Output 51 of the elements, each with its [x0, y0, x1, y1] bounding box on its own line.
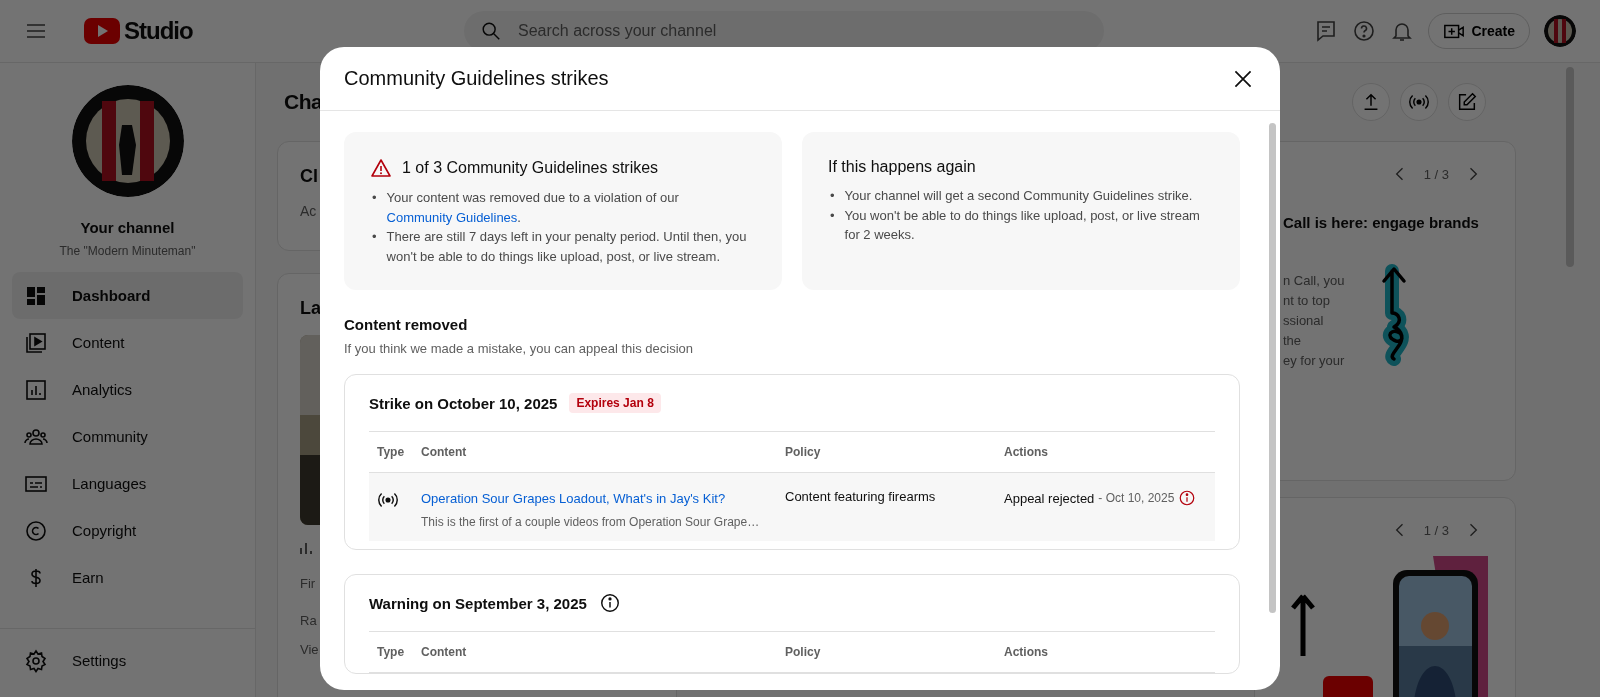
page-counter: 1 / 3: [1423, 166, 1449, 182]
nav-item[interactable]: Content: [12, 319, 243, 366]
page-counter: 1 / 3: [1423, 522, 1449, 538]
nav-item[interactable]: Community: [12, 413, 243, 460]
nav-item[interactable]: Earn: [12, 554, 243, 601]
column-header: Content: [421, 445, 468, 459]
bullet-text: You won't be able to do things like upload, post, or live stream for 2 weeks.: [844, 206, 1201, 244]
bullet-marker: •: [372, 189, 377, 207]
column-header: Actions: [1004, 445, 1049, 459]
bullet-text: Your content was removed due to a violation of our Community Guidelines.: [386, 189, 680, 227]
card-title: La: [300, 298, 321, 319]
bullet-marker: •: [830, 206, 835, 225]
bullet-text: Your channel will get a second Community Guidelines strike.: [844, 187, 1193, 205]
expiry-badge: Expires Jan 8: [569, 393, 661, 413]
record-title: Warning on September 3, 2025: [369, 594, 587, 612]
column-header: Content: [421, 645, 468, 659]
card-text: n Call, you nt to top ssional the ey for your: [1283, 272, 1345, 370]
video-title-link[interactable]: Operation Sour Grapes Loadout, What's in Jay's Kit?: [421, 491, 726, 506]
nav-item[interactable]: Analytics: [12, 366, 243, 413]
column-header: Policy: [785, 645, 822, 659]
nav-item[interactable]: Languages: [12, 460, 243, 507]
column-header: Type: [376, 445, 406, 459]
record-title: Strike on October 10, 2025: [369, 394, 558, 412]
section-subtitle: If you think we made a mistake, you can appeal this decision: [344, 341, 695, 356]
appeal-date: - Oct 10, 2025: [1098, 491, 1175, 505]
column-header: Type: [376, 645, 406, 659]
nav-item[interactable]: Copyright: [12, 507, 243, 554]
create-button[interactable]: Create: [1428, 13, 1530, 49]
column-header: Policy: [785, 445, 822, 459]
card-text: Ac: [300, 203, 317, 219]
channel-heading: Your channel: [80, 219, 175, 236]
column-header: Actions: [1004, 645, 1049, 659]
card-title: Cl: [300, 166, 318, 187]
bullet-marker: •: [372, 228, 377, 246]
panel-heading: If this happens again: [828, 158, 976, 176]
nav-item[interactable]: Dashboard: [12, 272, 243, 319]
section-title: Content removed: [344, 316, 469, 333]
video-description: This is the first of a couple videos from Operation Sour Grape…: [421, 515, 761, 529]
policy-cell-text: Content featuring firearms: [785, 489, 937, 504]
bullet-text: There are still 7 days left in your penalty period. Until then, you won't be able to do things like upload, post, or live stream.: [386, 228, 748, 266]
dialog-title: Community Guidelines strikes: [344, 67, 609, 90]
appeal-status: Appeal rejected: [1004, 490, 1095, 506]
card-title: Call is here: engage brands: [1283, 214, 1480, 231]
card-text: Fir: [300, 576, 316, 591]
card-text: Ra: [300, 613, 317, 628]
channel-name: The "Modern Minuteman": [59, 244, 196, 258]
panel-heading: 1 of 3 Community Guidelines strikes: [402, 159, 659, 177]
card-text: Vie: [300, 642, 319, 657]
nav-item[interactable]: Settings: [12, 637, 133, 684]
logo-text: Studio: [124, 17, 193, 45]
bullet-marker: •: [830, 187, 835, 205]
